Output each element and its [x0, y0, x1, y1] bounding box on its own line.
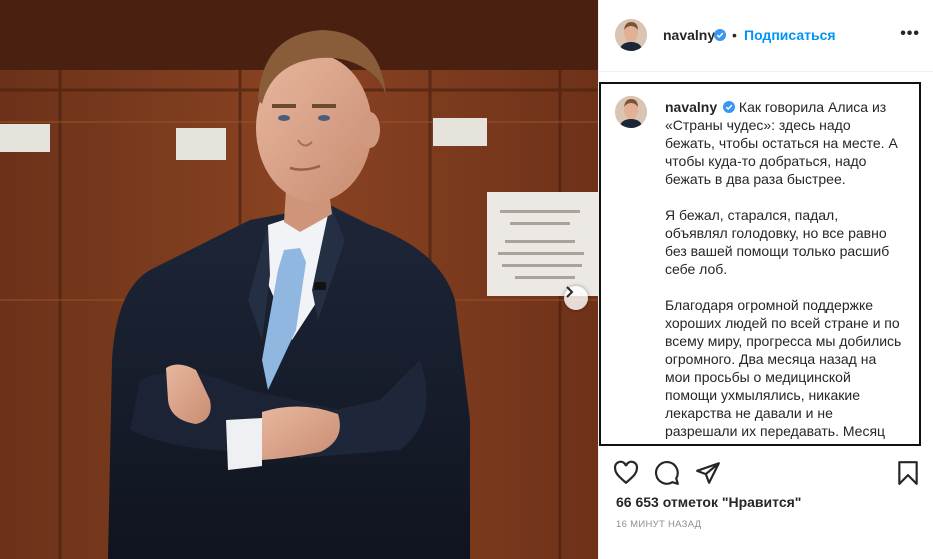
header-username[interactable]: navalny — [663, 27, 715, 43]
avatar-image — [615, 96, 647, 128]
photo-illustration — [0, 0, 598, 559]
caption-paragraph: navalny Как говорила Алиса из «Страны чу… — [665, 98, 903, 188]
share-icon[interactable] — [695, 460, 721, 486]
caption-text: navalny Как говорила Алиса из «Страны чу… — [665, 98, 903, 444]
caption-avatar[interactable] — [615, 96, 647, 128]
separator-dot: • — [732, 27, 737, 43]
verified-badge-icon — [714, 29, 726, 41]
follow-button[interactable]: Подписаться — [744, 27, 836, 43]
avatar-image — [615, 19, 647, 51]
caption-paragraph-3: Благодаря огромной поддержке хороших люд… — [665, 297, 902, 444]
caption-paragraph-2: Я бежал, старался, падал, объявлял голод… — [665, 207, 890, 277]
post-header: navalny • Подписаться ••• — [599, 0, 933, 72]
post-side-panel: navalny • Подписаться ••• navalny Как го… — [598, 0, 933, 559]
chevron-right-icon — [566, 286, 574, 298]
avatar[interactable] — [615, 19, 647, 51]
action-bar — [599, 456, 933, 492]
more-options-icon[interactable]: ••• — [900, 26, 920, 42]
comment-icon[interactable] — [654, 460, 680, 486]
caption-area[interactable]: navalny Как говорила Алиса из «Страны чу… — [599, 82, 921, 446]
verified-badge-icon — [723, 101, 736, 113]
bookmark-icon[interactable] — [895, 460, 921, 486]
next-photo-button[interactable] — [564, 286, 588, 310]
likes-count[interactable]: 66 653 отметок "Нравится" — [616, 494, 801, 510]
post-photo[interactable] — [0, 0, 598, 559]
caption-username[interactable]: navalny — [665, 99, 717, 115]
heart-icon[interactable] — [613, 460, 639, 486]
post-timestamp[interactable]: 16 МИНУТ НАЗАД — [616, 519, 701, 530]
